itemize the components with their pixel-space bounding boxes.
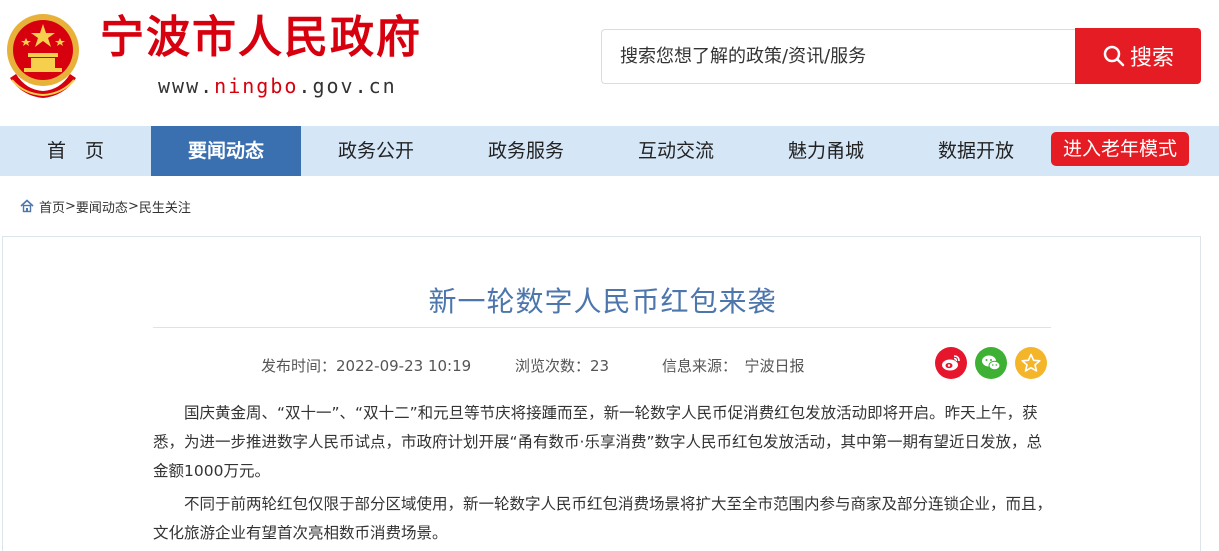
- publish-time: 发布时间：2022-09-23 10:19: [261, 357, 472, 375]
- nav-item-gov-services[interactable]: 政务服务: [451, 126, 601, 176]
- share-weibo-button[interactable]: [935, 347, 967, 379]
- weibo-icon: [942, 355, 960, 371]
- nav-item-charm-city[interactable]: 魅力甬城: [751, 126, 901, 176]
- wechat-icon: [982, 355, 1001, 371]
- nav-item-interaction[interactable]: 互动交流: [601, 126, 751, 176]
- url-suffix: .gov.cn: [298, 74, 397, 98]
- search-button[interactable]: 搜索: [1075, 28, 1201, 84]
- main-nav: 首 页 要闻动态 政务公开 政务服务 互动交流 魅力甬城 数据开放 进入老年模式: [0, 126, 1219, 176]
- nav-item-news[interactable]: 要闻动态: [151, 126, 301, 176]
- breadcrumb: 首页 > 要闻动态 > 民生关注: [20, 196, 191, 216]
- breadcrumb-news[interactable]: 要闻动态: [76, 197, 128, 216]
- nav-item-open-data[interactable]: 数据开放: [901, 126, 1051, 176]
- home-icon: [20, 199, 34, 213]
- site-header: 宁波市人民政府 www.ningbo.gov.cn 搜索: [0, 0, 1219, 126]
- search-icon: [1103, 45, 1125, 67]
- favorite-button[interactable]: [1015, 347, 1047, 379]
- nav-item-home[interactable]: 首 页: [0, 126, 151, 176]
- article-title: 新一轮数字人民币红包来袭: [428, 285, 777, 318]
- url-prefix: www.: [158, 74, 215, 98]
- breadcrumb-home[interactable]: 首页: [39, 197, 65, 216]
- breadcrumb-livelihood[interactable]: 民生关注: [139, 197, 191, 216]
- national-emblem-icon[interactable]: [2, 8, 84, 100]
- search-button-label: 搜索: [1129, 46, 1174, 71]
- title-divider: [153, 327, 1051, 328]
- article-paragraph: 国庆黄金周、“双十一”、“双十二”和元旦等节庆将接踵而至，新一轮数字人民币促消费…: [153, 404, 1042, 480]
- elder-mode-button[interactable]: 进入老年模式: [1051, 132, 1189, 166]
- star-icon: [1021, 353, 1041, 372]
- site-title[interactable]: 宁波市人民政府: [100, 10, 422, 66]
- search-box: [601, 29, 1076, 84]
- nav-item-gov-affairs[interactable]: 政务公开: [301, 126, 451, 176]
- search-input[interactable]: [602, 30, 1076, 83]
- site-url: www.ningbo.gov.cn: [158, 74, 397, 98]
- breadcrumb-separator: >: [65, 198, 76, 214]
- breadcrumb-separator: >: [127, 198, 139, 214]
- article-card: 新一轮数字人民币红包来袭 发布时间：2022-09-23 10:19 浏览次数：…: [2, 236, 1201, 551]
- info-source: 信息来源： 宁波日报: [662, 357, 805, 375]
- share-wechat-button[interactable]: [975, 347, 1007, 379]
- article-paragraph: 不同于前两轮红包仅限于部分区域使用，新一轮数字人民币红包消费场景将扩大至全市范围…: [153, 495, 1053, 542]
- view-count: 浏览次数：23: [515, 357, 610, 375]
- url-highlight: ningbo: [214, 74, 299, 98]
